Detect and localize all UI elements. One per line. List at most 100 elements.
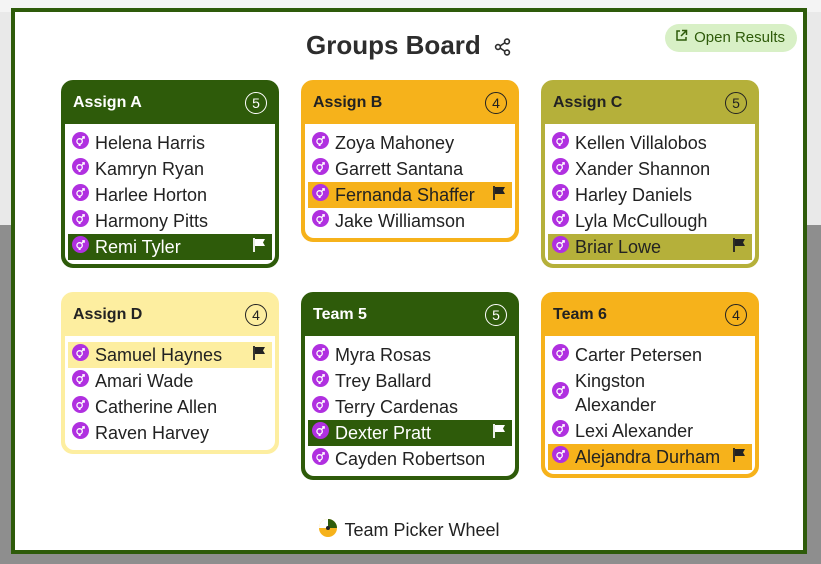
group-count-badge: 4: [485, 92, 507, 114]
open-results-button[interactable]: Open Results: [665, 24, 797, 52]
footer-brand[interactable]: Team Picker Wheel: [15, 518, 803, 543]
member-name: Kellen Villalobos: [575, 133, 707, 153]
member-name: Briar Lowe: [575, 237, 662, 257]
member-row-leader: Briar Lowe: [548, 234, 752, 260]
gender-icon: [552, 382, 569, 404]
gender-icon: [552, 344, 569, 366]
gender-icon: [72, 132, 89, 154]
member-name: Lyla McCullough: [575, 211, 708, 231]
member-row: Zoya Mahoney: [308, 130, 512, 156]
group-member-list: Myra Rosas Trey Ballard Terry Cardenas Dext…: [305, 336, 515, 476]
gender-icon: [312, 422, 329, 444]
member-name: Harlee Horton: [95, 185, 208, 205]
group-count-badge: 4: [725, 304, 747, 326]
member-row: Myra Rosas: [308, 342, 512, 368]
group-header: Assign C 5: [543, 82, 757, 124]
member-name: Zoya Mahoney: [335, 133, 455, 153]
open-results-label: Open Results: [694, 29, 785, 46]
member-row: Kamryn Ryan: [68, 156, 272, 182]
footer-brand-label: Team Picker Wheel: [344, 520, 500, 540]
gender-icon: [312, 396, 329, 418]
member-row: Kingston Alexander: [548, 368, 752, 418]
group-card: Team 5 5 Myra Rosas Trey Ballard Terry Carde…: [301, 292, 519, 480]
gender-icon: [312, 448, 329, 470]
groups-board-modal: Groups Board Open Results Assign A 5 Helen…: [11, 8, 807, 554]
leader-flag-icon: [732, 447, 748, 468]
group-name: Assign A: [73, 94, 142, 111]
gender-icon: [72, 344, 89, 366]
member-row: Trey Ballard: [308, 368, 512, 394]
group-header: Assign A 5: [63, 82, 277, 124]
group-name: Assign B: [313, 94, 383, 111]
member-row-leader: Samuel Haynes: [68, 342, 272, 368]
group-header: Team 6 4: [543, 294, 757, 336]
member-name: Xander Shannon: [575, 159, 711, 179]
gender-icon: [312, 344, 329, 366]
group-name: Team 5: [313, 306, 367, 323]
member-row-leader: Fernanda Shaffer: [308, 182, 512, 208]
gender-icon: [312, 184, 329, 206]
leader-flag-icon: [252, 345, 268, 366]
share-icon[interactable]: [494, 32, 512, 63]
gender-icon: [312, 132, 329, 154]
member-row: Amari Wade: [68, 368, 272, 394]
team-picker-logo-icon: [318, 518, 338, 543]
member-row: Harmony Pitts: [68, 208, 272, 234]
leader-flag-icon: [492, 185, 508, 206]
leader-flag-icon: [492, 423, 508, 444]
group-member-list: Kellen Villalobos Xander Shannon Harley Da…: [545, 124, 755, 264]
member-row: Xander Shannon: [548, 156, 752, 182]
gender-icon: [552, 420, 569, 442]
group-member-list: Carter Petersen Kingston Alexander Lexi Al…: [545, 336, 755, 474]
gender-icon: [552, 132, 569, 154]
member-name: Kingston Alexander: [575, 371, 657, 415]
member-name: Cayden Robertson: [335, 449, 486, 469]
member-name: Myra Rosas: [335, 345, 432, 365]
member-name: Trey Ballard: [335, 371, 432, 391]
member-name: Amari Wade: [95, 371, 194, 391]
member-name: Fernanda Shaffer: [335, 185, 475, 205]
external-link-icon: [675, 24, 688, 52]
leader-flag-icon: [252, 237, 268, 258]
member-row: Lexi Alexander: [548, 418, 752, 444]
member-name: Remi Tyler: [95, 237, 181, 257]
member-row: Kellen Villalobos: [548, 130, 752, 156]
group-member-list: Zoya Mahoney Garrett Santana Fernanda Shaf…: [305, 124, 515, 238]
gender-icon: [72, 210, 89, 232]
group-count-badge: 5: [485, 304, 507, 326]
member-row: Raven Harvey: [68, 420, 272, 446]
gender-icon: [552, 210, 569, 232]
member-row: Lyla McCullough: [548, 208, 752, 234]
gender-icon: [552, 446, 569, 468]
group-card: Assign B 4 Zoya Mahoney Garrett Santana Fern…: [301, 80, 519, 242]
member-row: Garrett Santana: [308, 156, 512, 182]
member-row: Helena Harris: [68, 130, 272, 156]
group-header: Team 5 5: [303, 294, 517, 336]
member-row-leader: Alejandra Durham: [548, 444, 752, 470]
member-name: Harmony Pitts: [95, 211, 209, 231]
gender-icon: [72, 184, 89, 206]
member-row: Terry Cardenas: [308, 394, 512, 420]
member-row: Harlee Horton: [68, 182, 272, 208]
member-name: Carter Petersen: [575, 345, 703, 365]
group-header: Assign D 4: [63, 294, 277, 336]
group-count-badge: 5: [725, 92, 747, 114]
member-row: Carter Petersen: [548, 342, 752, 368]
group-count-badge: 5: [245, 92, 267, 114]
group-card: Assign A 5 Helena Harris Kamryn Ryan Harlee …: [61, 80, 279, 268]
member-name: Terry Cardenas: [335, 397, 459, 417]
gender-icon: [72, 158, 89, 180]
gender-icon: [72, 236, 89, 258]
group-header: Assign B 4: [303, 82, 517, 124]
member-name: Lexi Alexander: [575, 421, 694, 441]
group-name: Assign C: [553, 94, 623, 111]
group-name: Team 6: [553, 306, 607, 323]
group-name: Assign D: [73, 306, 143, 323]
gender-icon: [552, 184, 569, 206]
page-title: Groups Board: [305, 30, 481, 60]
gender-icon: [552, 158, 569, 180]
group-member-list: Helena Harris Kamryn Ryan Harlee Horton Har…: [65, 124, 275, 264]
member-name: Helena Harris: [95, 133, 206, 153]
member-row: Harley Daniels: [548, 182, 752, 208]
member-name: Dexter Pratt: [335, 423, 432, 443]
